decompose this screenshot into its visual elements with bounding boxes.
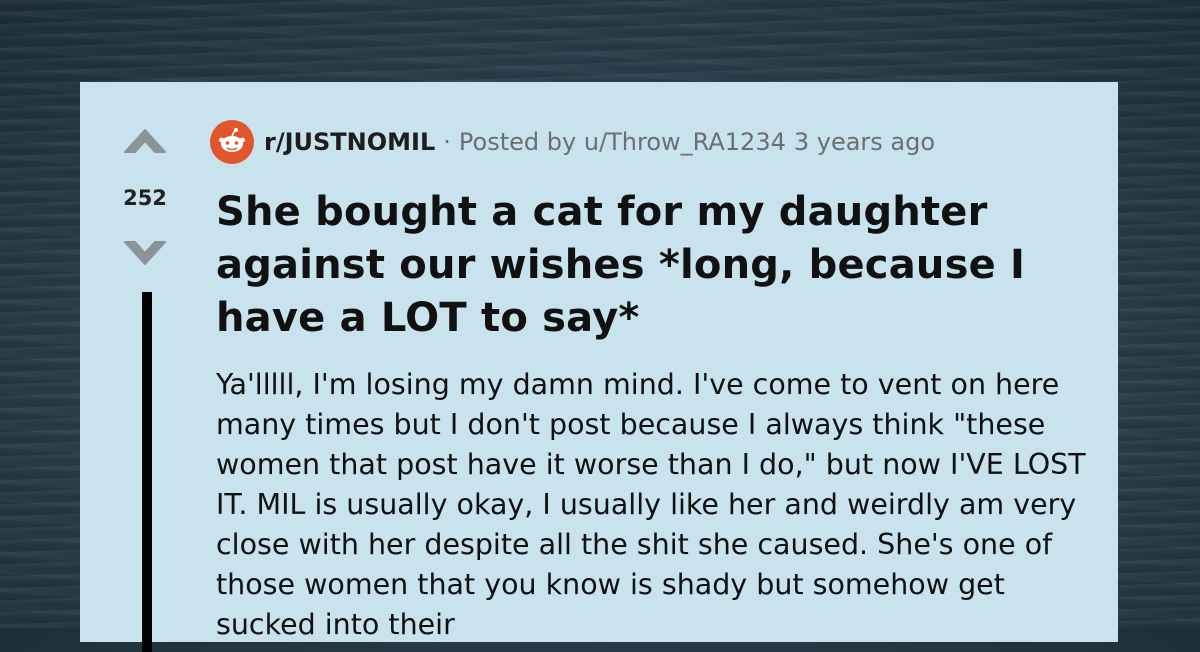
post-title[interactable]: She bought a cat for my daughter against… [216,186,1076,345]
thread-collapse-line[interactable] [142,292,152,652]
subreddit-name-link[interactable]: r/JUSTNOMIL [264,128,435,156]
vote-score: 252 [123,186,167,210]
upvote-arrow-icon[interactable] [123,128,167,158]
post-meta: r/JUSTNOMIL · Posted by u/Throw_RA1234 3… [210,120,935,164]
subreddit-snoo-icon[interactable] [210,120,254,164]
reddit-post-card: 252 r/JUSTNOMIL · Posted by u/Throw_RA12… [80,82,1118,652]
post-timestamp: 3 years ago [793,128,936,156]
posted-by-author[interactable]: Posted by u/Throw_RA1234 [459,128,786,156]
meta-separator: · [443,128,451,156]
post-body: Ya'lllll, I'm losing my damn mind. I've … [216,368,1086,641]
vote-column: 252 [80,82,210,652]
downvote-arrow-icon[interactable] [123,236,167,266]
